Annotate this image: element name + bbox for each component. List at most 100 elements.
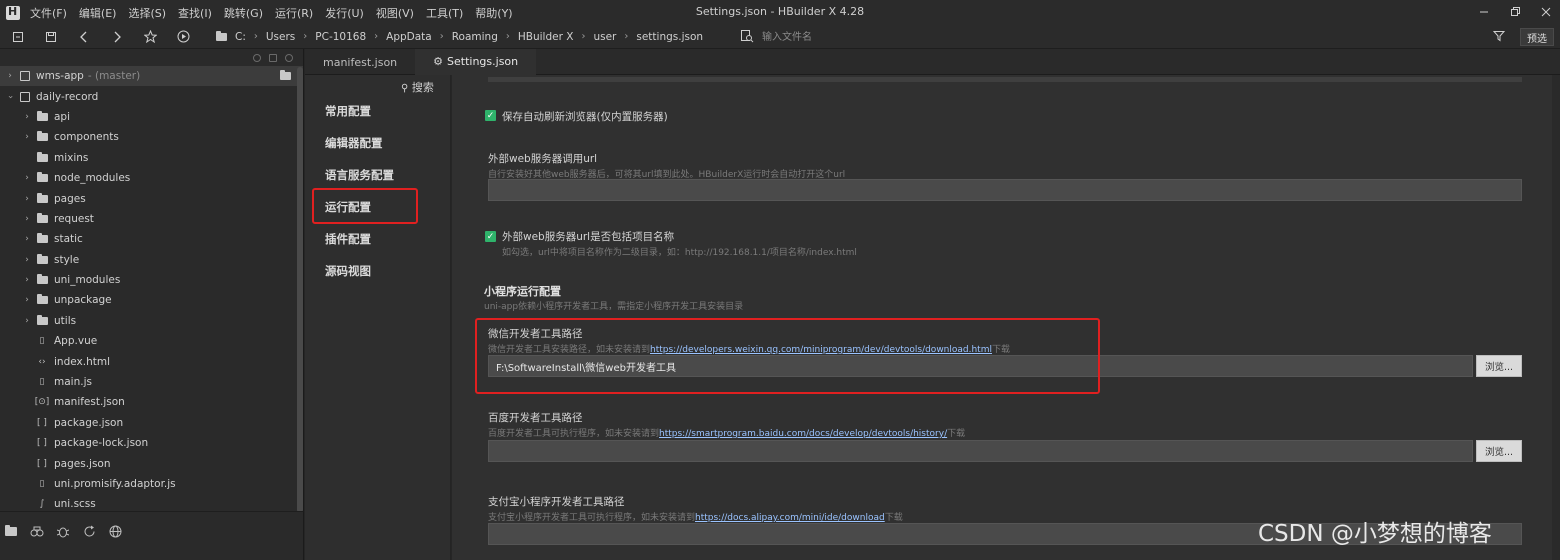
- new-file-icon[interactable]: [10, 29, 26, 45]
- breadcrumb-item[interactable]: Users: [266, 31, 295, 43]
- restore-icon[interactable]: [1505, 3, 1525, 21]
- chevron-down-icon[interactable]: ›: [5, 92, 15, 102]
- settings-search-link[interactable]: ⚲ 搜索: [401, 79, 434, 95]
- star-icon[interactable]: [142, 29, 158, 45]
- chevron-right-icon[interactable]: ›: [22, 173, 32, 183]
- tree-item[interactable]: [ ] package-lock.json: [0, 433, 303, 453]
- tree-item-label: node_modules: [54, 172, 131, 185]
- content-scrollbar[interactable]: [1552, 75, 1560, 560]
- menu-find[interactable]: 查找(I): [178, 5, 212, 21]
- project-wms-app[interactable]: › wms-app - (master): [0, 66, 303, 87]
- tree-item[interactable]: › uni_modules: [0, 270, 303, 290]
- chevron-right-icon[interactable]: ›: [22, 112, 32, 122]
- tree-item[interactable]: › api: [0, 107, 303, 127]
- tree-item[interactable]: ‹› index.html: [0, 351, 303, 371]
- target-icon[interactable]: [253, 53, 261, 62]
- back-arrow-icon[interactable]: [76, 29, 92, 45]
- folder-icon: [36, 314, 48, 326]
- chevron-right-icon[interactable]: ›: [22, 316, 32, 326]
- folder-icon[interactable]: [4, 524, 18, 538]
- tab-settings[interactable]: ⚙ Settings.json: [415, 49, 537, 75]
- breadcrumb-item[interactable]: settings.json: [636, 31, 703, 43]
- preview-button[interactable]: 预选: [1520, 28, 1554, 46]
- breadcrumb-item[interactable]: AppData: [386, 31, 432, 43]
- chevron-right-icon[interactable]: ›: [22, 295, 32, 305]
- chevron-right-icon[interactable]: ›: [22, 194, 32, 204]
- chevron-right-icon[interactable]: ›: [22, 214, 32, 224]
- wechat-browse-button[interactable]: 浏览...: [1476, 355, 1522, 377]
- tree-item[interactable]: › unpackage: [0, 290, 303, 310]
- tree-item[interactable]: › request: [0, 209, 303, 229]
- chevron-right-icon[interactable]: ›: [5, 71, 15, 81]
- tree-item[interactable]: mixins: [0, 148, 303, 168]
- collapse-icon[interactable]: [269, 53, 277, 62]
- tree-item[interactable]: ▯ App.vue: [0, 331, 303, 351]
- menu-file[interactable]: 文件(F): [30, 5, 67, 21]
- refresh-icon[interactable]: [82, 524, 96, 538]
- tree-item[interactable]: [⊙] manifest.json: [0, 392, 303, 412]
- tree-item[interactable]: › node_modules: [0, 168, 303, 188]
- menu-publish[interactable]: 发行(U): [325, 5, 364, 21]
- divider: [488, 77, 1522, 82]
- save-icon[interactable]: [43, 29, 59, 45]
- auto-refresh-checkbox[interactable]: ✓: [485, 110, 496, 121]
- tree-scrollbar[interactable]: [297, 67, 303, 513]
- ext-server-url-input[interactable]: [488, 179, 1522, 201]
- menu-tools[interactable]: 工具(T): [426, 5, 463, 21]
- alipay-download-link[interactable]: https://docs.alipay.com/mini/ide/downloa…: [695, 513, 885, 523]
- baidu-download-link[interactable]: https://smartprogram.baidu.com/docs/deve…: [659, 429, 947, 439]
- tree-item[interactable]: › style: [0, 250, 303, 270]
- menu-help[interactable]: 帮助(Y): [475, 5, 512, 21]
- nav-item-source-view[interactable]: 源码视图: [325, 263, 371, 279]
- tree-item[interactable]: [ ] package.json: [0, 413, 303, 433]
- tree-item-label: uni.scss: [54, 498, 96, 511]
- tree-item[interactable]: [ ] pages.json: [0, 453, 303, 473]
- chevron-right-icon[interactable]: ›: [22, 132, 32, 142]
- tree-item[interactable]: ▯ uni.promisify.adaptor.js: [0, 474, 303, 494]
- breadcrumb-item[interactable]: PC-10168: [315, 31, 366, 43]
- breadcrumb-item[interactable]: C:: [235, 31, 246, 43]
- tree-item[interactable]: › pages: [0, 188, 303, 208]
- run-icon[interactable]: [175, 29, 191, 45]
- bug-icon[interactable]: [56, 524, 70, 538]
- plugin-icon[interactable]: [30, 524, 44, 538]
- nav-item-common[interactable]: 常用配置: [325, 103, 371, 119]
- menu-edit[interactable]: 编辑(E): [79, 5, 117, 21]
- breadcrumb-item[interactable]: HBuilder X: [518, 31, 574, 43]
- nav-item-editor[interactable]: 编辑器配置: [325, 135, 383, 151]
- hint-text: 百度开发者工具可执行程序，如未安装请到: [488, 429, 660, 439]
- menu-select[interactable]: 选择(S): [128, 5, 166, 21]
- menu-goto[interactable]: 跳转(G): [224, 5, 263, 21]
- baidu-path-input[interactable]: [488, 440, 1473, 462]
- chevron-right-icon[interactable]: ›: [22, 234, 32, 244]
- close-icon[interactable]: [1536, 3, 1556, 21]
- breadcrumb-item[interactable]: Roaming: [452, 31, 498, 43]
- folder-icon: [216, 30, 227, 41]
- forward-arrow-icon[interactable]: [109, 29, 125, 45]
- include-project-checkbox[interactable]: ✓: [485, 231, 496, 242]
- breadcrumb-item[interactable]: user: [593, 31, 616, 43]
- tree-item[interactable]: › utils: [0, 311, 303, 331]
- minimize-icon[interactable]: [1474, 3, 1494, 21]
- open-folder-icon[interactable]: [280, 70, 291, 80]
- tree-item[interactable]: › components: [0, 127, 303, 147]
- filter-icon[interactable]: [1492, 30, 1506, 45]
- project-daily-record[interactable]: › daily-record: [0, 86, 303, 106]
- nav-item-language-service[interactable]: 语言服务配置: [325, 167, 394, 183]
- nav-item-plugins[interactable]: 插件配置: [325, 231, 371, 247]
- tree-item[interactable]: › static: [0, 229, 303, 249]
- chevron-right-icon[interactable]: ›: [22, 275, 32, 285]
- tree-item-label: utils: [54, 314, 77, 327]
- baidu-browse-button[interactable]: 浏览...: [1476, 440, 1522, 462]
- chevron-right-icon[interactable]: ›: [22, 255, 32, 265]
- menu-run[interactable]: 运行(R): [275, 5, 313, 21]
- menu-view[interactable]: 视图(V): [376, 5, 414, 21]
- file-name-input[interactable]: [762, 29, 1062, 45]
- tab-manifest[interactable]: manifest.json: [305, 49, 415, 75]
- tree-item-label: components: [54, 131, 119, 144]
- globe-icon[interactable]: [108, 524, 122, 538]
- tree-item-label: App.vue: [54, 335, 98, 348]
- tree-item[interactable]: ▯ main.js: [0, 372, 303, 392]
- settings-icon[interactable]: [285, 53, 293, 62]
- manifest-file-icon: [⊙]: [34, 397, 50, 408]
